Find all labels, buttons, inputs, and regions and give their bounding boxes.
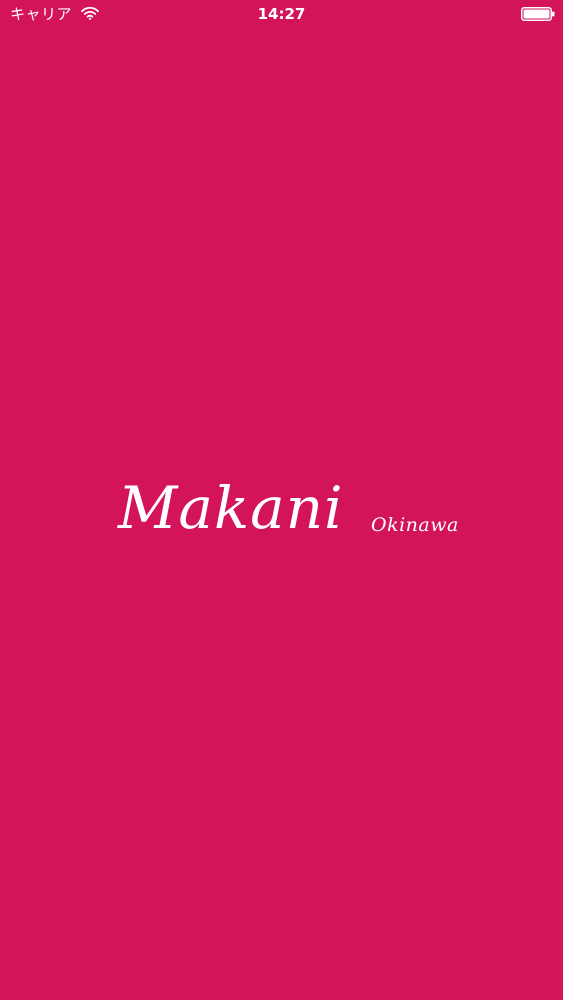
battery-icon <box>521 7 555 21</box>
logo-title: Makani <box>118 474 344 542</box>
app-logo: Makani Okinawa <box>118 470 478 570</box>
splash-screen: キャリア 14:27 Makani Okinawa <box>0 0 563 1000</box>
status-time: 14:27 <box>257 5 306 23</box>
logo-subtitle: Okinawa <box>371 514 459 536</box>
status-bar: キャリア 14:27 <box>0 0 563 30</box>
